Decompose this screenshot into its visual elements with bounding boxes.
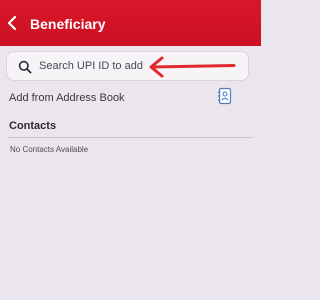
arrow-left-icon <box>149 56 236 78</box>
chevron-left-icon <box>7 15 17 31</box>
search-icon <box>18 60 32 74</box>
no-contacts-message: No Contacts Available <box>10 145 89 154</box>
page-title: Beneficiary <box>30 16 106 32</box>
app-header: Beneficiary <box>0 0 261 46</box>
address-book-icon[interactable] <box>217 87 233 105</box>
address-book-label: Add from Address Book <box>9 92 125 104</box>
search-placeholder: Search UPI ID to add <box>39 60 143 72</box>
contacts-heading: Contacts <box>9 120 57 132</box>
add-from-address-book[interactable]: Add from Address Book <box>0 84 261 108</box>
back-button[interactable] <box>5 14 21 32</box>
divider <box>8 137 253 138</box>
